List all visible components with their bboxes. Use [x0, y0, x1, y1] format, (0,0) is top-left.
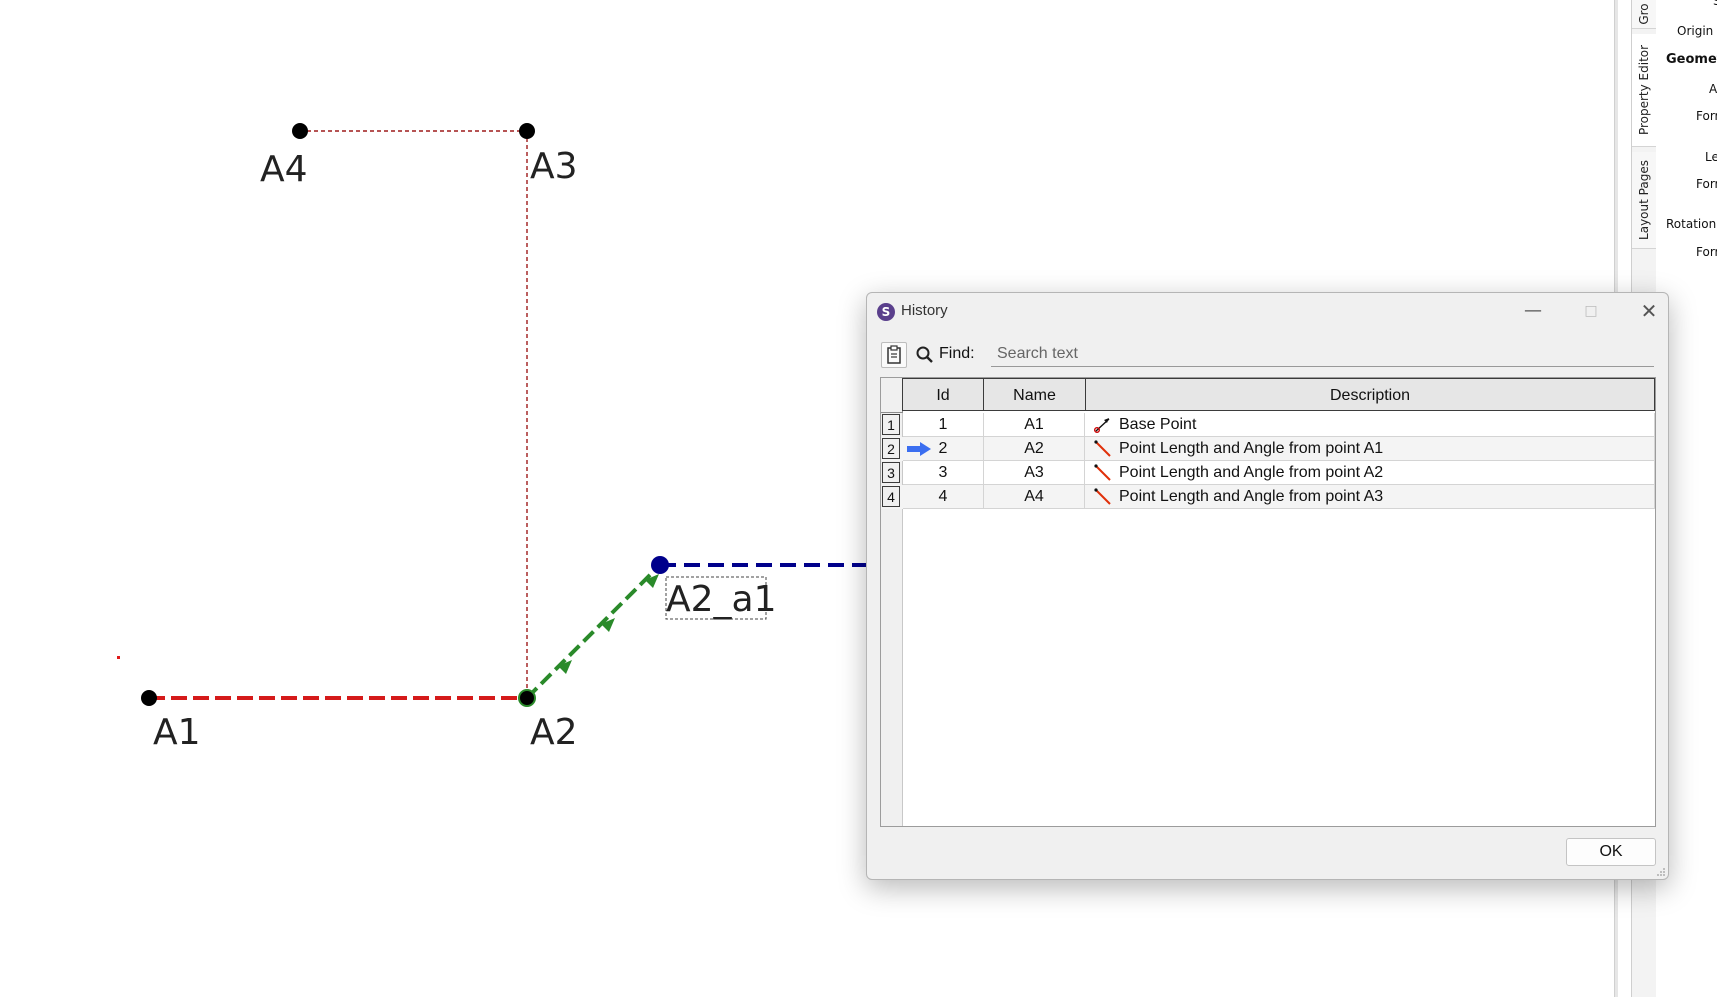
cell-description[interactable]: Base Point [1085, 413, 1655, 437]
row-number[interactable]: 3 [882, 462, 900, 483]
property-label: Forr [1696, 245, 1717, 259]
resize-grip-icon[interactable] [1656, 867, 1666, 877]
label-a2_a1[interactable]: A2_a1 [666, 579, 777, 620]
cell-id[interactable]: 3 [903, 461, 984, 485]
table-corner-button[interactable] [881, 378, 903, 413]
cell-name[interactable]: A2 [984, 437, 1085, 461]
column-header-description[interactable]: Description [1085, 378, 1655, 411]
cell-id-text: 3 [938, 464, 948, 481]
clipboard-icon[interactable] [881, 342, 907, 368]
cell-description[interactable]: Point Length and Angle from point A1 [1085, 437, 1655, 461]
cell-description-text: Base Point [1119, 416, 1197, 433]
row-number[interactable]: 1 [882, 414, 900, 435]
current-step-arrow-icon [907, 442, 931, 456]
line-point-icon [1093, 440, 1113, 458]
tab-groups[interactable]: Gro [1632, 0, 1656, 29]
property-label: Le [1705, 150, 1717, 164]
segment-a2-a2_a1[interactable] [525, 563, 662, 700]
history-table[interactable]: Id Name Description 1 1 A1 Base Point 2 2 A2 Po… [880, 377, 1656, 827]
base-point-icon [1093, 416, 1113, 434]
column-header-id[interactable]: Id [902, 378, 984, 411]
cell-name[interactable]: A3 [984, 461, 1085, 485]
dialog-titlebar[interactable]: S History — □ ✕ [867, 293, 1668, 329]
maximize-button: □ [1584, 303, 1598, 319]
origin-marker [117, 656, 120, 659]
label-a4[interactable]: A4 [260, 149, 308, 190]
find-bar: Find: [881, 342, 1654, 368]
property-group-geometry[interactable]: Geomet [1666, 52, 1717, 67]
table-row[interactable]: 2 2 A2 Point Length and Angle from point A1 [881, 437, 1655, 461]
row-number[interactable]: 4 [882, 486, 900, 507]
search-input[interactable] [991, 342, 1654, 367]
property-label: S [1713, 0, 1717, 8]
table-row[interactable]: 4 4 A4 Point Length and Angle from point A3 [881, 485, 1655, 509]
table-row[interactable]: 3 3 A3 Point Length and Angle from point A2 [881, 461, 1655, 485]
tab-property-editor-label: Property Editor [1637, 44, 1651, 136]
app-logo-icon: S [877, 303, 895, 321]
close-button[interactable]: ✕ [1627, 295, 1671, 327]
line-point-icon [1093, 488, 1113, 506]
label-a2[interactable]: A2 [530, 712, 578, 753]
column-header-name[interactable]: Name [983, 378, 1086, 411]
minimize-button[interactable]: — [1511, 295, 1555, 327]
cell-name[interactable]: A4 [984, 485, 1085, 509]
tab-layout-pages[interactable]: Layout Pages [1632, 152, 1656, 249]
property-label: Origin p [1677, 24, 1717, 38]
tab-property-editor[interactable]: Property Editor [1632, 34, 1656, 147]
property-label: Forr [1696, 109, 1717, 123]
cell-description-text: Point Length and Angle from point A1 [1119, 440, 1384, 457]
cell-id[interactable]: 4 [903, 485, 984, 509]
cell-id-text: 1 [938, 416, 948, 433]
ok-button[interactable]: OK [1566, 838, 1656, 866]
cell-name[interactable]: A1 [984, 413, 1085, 437]
point-a2[interactable] [518, 689, 536, 707]
line-point-icon [1093, 464, 1113, 482]
row-number[interactable]: 2 [882, 438, 900, 459]
cell-id-text: 2 [938, 440, 948, 457]
tab-groups-label: Gro [1637, 3, 1651, 25]
cell-description-text: Point Length and Angle from point A3 [1119, 488, 1384, 505]
point-a3[interactable] [519, 123, 535, 139]
label-a3[interactable]: A3 [530, 146, 578, 187]
point-a4[interactable] [292, 123, 308, 139]
cell-description[interactable]: Point Length and Angle from point A3 [1085, 485, 1655, 509]
search-icon [916, 346, 933, 363]
cell-description-text: Point Length and Angle from point A2 [1119, 464, 1384, 481]
point-a1[interactable] [141, 690, 157, 706]
cell-description[interactable]: Point Length and Angle from point A2 [1085, 461, 1655, 485]
property-label: A [1709, 82, 1717, 96]
cell-id-text: 4 [938, 488, 948, 505]
find-label: Find: [939, 345, 975, 362]
point-a2_a1[interactable] [651, 556, 669, 574]
tab-layout-pages-label: Layout Pages [1637, 160, 1651, 240]
dialog-title: History [901, 302, 948, 319]
property-label: Rotation [1666, 217, 1717, 231]
table-row[interactable]: 1 1 A1 Base Point [881, 413, 1655, 437]
property-label: Forr [1696, 177, 1717, 191]
cell-id[interactable]: 1 [903, 413, 984, 437]
label-a1[interactable]: A1 [153, 712, 201, 753]
history-dialog: S History — □ ✕ Find: Id Name Descriptio… [866, 292, 1669, 880]
